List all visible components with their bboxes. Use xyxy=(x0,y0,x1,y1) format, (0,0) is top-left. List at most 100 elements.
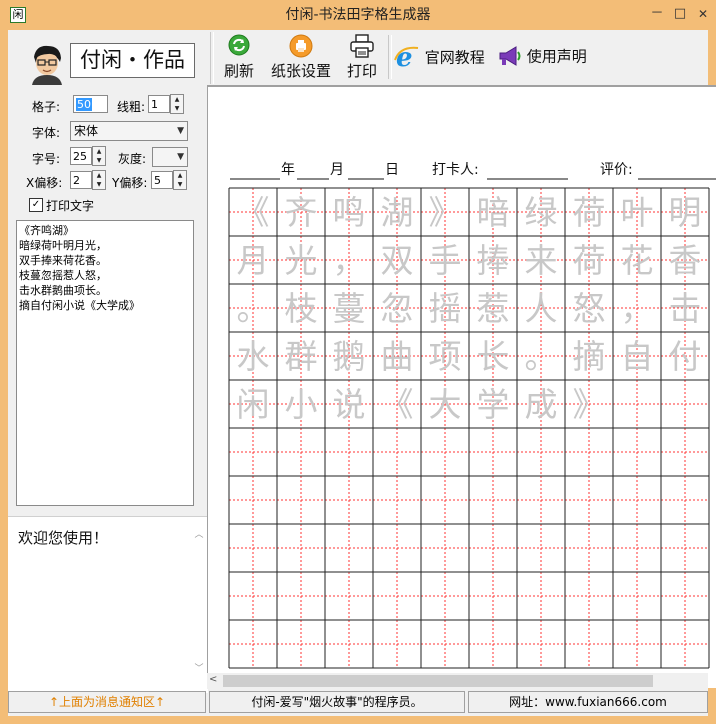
grid-character: 鹅 xyxy=(333,337,366,376)
grid-sheet: 年月日打卡人: 评价:《齐鸣湖》暗绿荷叶明月光，双手捧来荷花香。枝蔓忽摇惹人怒，击… xyxy=(228,161,716,669)
x-offset-stepper[interactable]: ▲ ▼ xyxy=(92,170,106,190)
close-button[interactable]: ✕ xyxy=(692,4,714,24)
gray-select[interactable]: ▼ xyxy=(152,147,188,167)
toolbar-separator xyxy=(210,32,214,84)
chevron-left-icon[interactable]: < xyxy=(209,674,217,685)
printer-icon xyxy=(349,34,375,58)
font-size-stepper[interactable]: ▲ ▼ xyxy=(92,146,106,166)
grid-character: 花 xyxy=(621,241,654,280)
grid-character: ， xyxy=(333,241,366,280)
chevron-down-icon[interactable]: ﹀ xyxy=(192,661,206,674)
grid-character: 《 xyxy=(237,193,270,232)
page-setup-button[interactable]: 纸张设置 xyxy=(266,34,336,81)
font-select[interactable]: 宋体 ▼ xyxy=(70,121,188,141)
grid-character: 捧 xyxy=(477,241,510,280)
print-text-checkbox[interactable]: ✓ xyxy=(29,198,43,212)
status-website[interactable]: 网址：www.fuxian666.com xyxy=(468,691,708,713)
print-button[interactable]: 打印 xyxy=(342,34,382,81)
statement-button[interactable]: 使用声明 xyxy=(496,44,587,68)
y-offset-input[interactable]: 5 xyxy=(151,171,173,189)
horizontal-scrollbar[interactable]: < xyxy=(207,673,708,689)
grid-character: 暗 xyxy=(477,193,510,232)
scrollbar-thumb[interactable] xyxy=(223,675,653,687)
font-size-label: 字号: xyxy=(32,152,61,166)
message-area: 欢迎您使用！ ︿ ﹀ xyxy=(8,516,208,693)
grid-character: 摘 xyxy=(573,337,606,376)
refresh-icon xyxy=(228,34,250,56)
window-title: 付闲-书法田字格生成器 xyxy=(285,7,431,23)
stepper-down-icon[interactable]: ▼ xyxy=(93,156,105,165)
stepper-up-icon[interactable]: ▲ xyxy=(93,147,105,156)
printer-setup-icon xyxy=(289,34,313,58)
chevron-up-icon[interactable]: ︿ xyxy=(192,527,206,540)
line-width-label: 线粗: xyxy=(117,100,146,114)
grid-character: 惹 xyxy=(477,289,510,328)
grid-character: 荷 xyxy=(573,241,606,280)
grid-character: 》 xyxy=(429,193,462,232)
grid-label: 格子: xyxy=(32,100,61,114)
ie-browser-icon: e xyxy=(394,43,420,73)
avatar-icon xyxy=(26,43,68,85)
refresh-button[interactable]: 刷新 xyxy=(222,34,256,81)
grid-character: 大 xyxy=(429,385,462,424)
megaphone-icon xyxy=(496,44,522,68)
grid-character: 成 xyxy=(525,385,558,424)
stepper-down-icon[interactable]: ▼ xyxy=(171,104,183,113)
grid-character: 项 xyxy=(429,337,462,376)
statement-label: 使用声明 xyxy=(526,47,587,66)
grid-size-input[interactable]: 50 xyxy=(73,95,108,113)
maximize-button[interactable]: □ xyxy=(669,4,691,24)
grid-character: 月 xyxy=(237,241,270,280)
welcome-message: 欢迎您使用！ xyxy=(18,529,109,547)
minimize-button[interactable]: － xyxy=(646,4,668,24)
grid-character: 。 xyxy=(237,289,270,328)
page-setup-label: 纸张设置 xyxy=(270,62,331,80)
grid-character: 《 xyxy=(381,385,414,424)
header-label: 打卡人: xyxy=(432,161,479,178)
grid-character: 枝 xyxy=(285,289,318,328)
header-label: 月 xyxy=(330,162,344,178)
poem-text-input[interactable]: 《齐鸣湖》 暗绿荷叶明月光， 双手捧来荷花香。 枝蔓忽摇惹人怒， 击水群鹅曲项长… xyxy=(16,220,194,506)
grid-character: 人 xyxy=(525,289,558,328)
stepper-up-icon[interactable]: ▲ xyxy=(171,95,183,104)
grid-character: 》 xyxy=(573,385,606,424)
grid-character: 忽 xyxy=(381,289,414,328)
x-offset-label: X偏移: xyxy=(26,176,63,190)
font-size-input[interactable]: 25 xyxy=(70,147,92,165)
website-tutorial-label: 官网教程 xyxy=(424,48,485,67)
toolbar-separator xyxy=(388,35,392,79)
title-bar: 闲 付闲-书法田字格生成器 － □ ✕ xyxy=(0,0,716,30)
stepper-down-icon[interactable]: ▼ xyxy=(93,180,105,189)
y-offset-stepper[interactable]: ▲ ▼ xyxy=(173,170,187,190)
status-notice: ↑上面为消息通知区↑ xyxy=(8,691,206,713)
grid-character: 鸣 xyxy=(333,193,366,232)
x-offset-input[interactable]: 2 xyxy=(70,171,92,189)
print-text-label: 打印文字 xyxy=(46,199,95,213)
stepper-down-icon[interactable]: ▼ xyxy=(174,180,186,189)
stepper-up-icon[interactable]: ▲ xyxy=(174,171,186,180)
status-author: 付闲-爱写"烟火故事"的程序员。 xyxy=(209,691,465,713)
line-width-stepper[interactable]: ▲ ▼ xyxy=(170,94,184,114)
stepper-up-icon[interactable]: ▲ xyxy=(93,171,105,180)
grid-character: 来 xyxy=(525,241,558,280)
grid-character: 香 xyxy=(669,241,702,280)
grid-character: 双 xyxy=(381,241,414,280)
grid-character: 摇 xyxy=(429,289,462,328)
grid-character: 齐 xyxy=(285,193,318,232)
chevron-down-icon: ▼ xyxy=(177,126,184,136)
grid-character: 群 xyxy=(285,337,318,376)
header-label: 日 xyxy=(385,162,399,178)
message-scrollbar[interactable]: ︿ ﹀ xyxy=(192,517,206,693)
website-tutorial-button[interactable]: e 官网教程 xyxy=(394,43,485,73)
grid-character: 明 xyxy=(669,193,702,232)
grid-character: 荷 xyxy=(573,193,606,232)
grid-character: ， xyxy=(621,289,654,328)
line-width-input[interactable]: 1 xyxy=(148,95,170,113)
font-label: 字体: xyxy=(32,126,61,140)
grid-character: 。 xyxy=(525,337,558,376)
brand-title: 付闲・作品 xyxy=(70,43,195,78)
refresh-label: 刷新 xyxy=(223,62,254,80)
grid-character: 绿 xyxy=(525,193,558,232)
grid-character: 蔓 xyxy=(333,289,366,328)
grid-character: 说 xyxy=(333,385,366,424)
